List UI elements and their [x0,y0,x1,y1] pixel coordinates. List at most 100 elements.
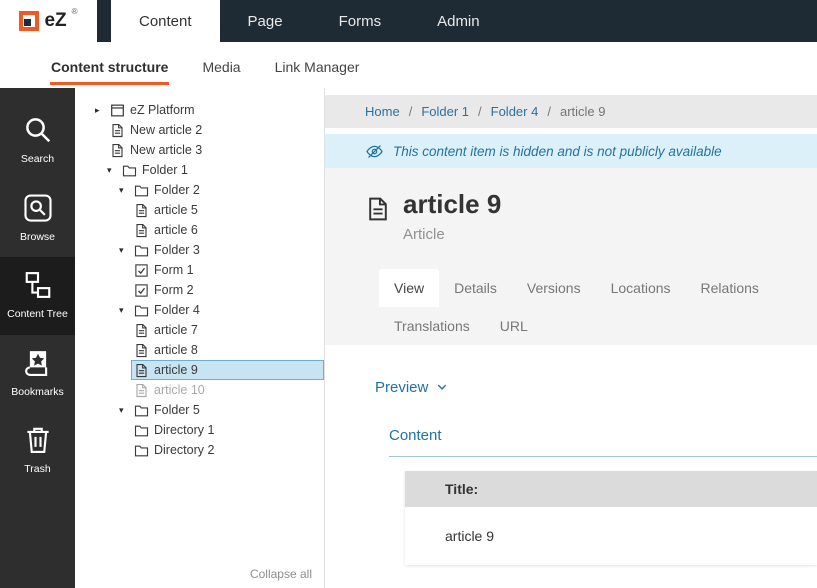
main-tab-content[interactable]: Content [111,0,220,42]
bookmarks-icon [23,348,53,378]
collapse-arrow-icon[interactable]: ▾ [107,165,119,176]
tree-item-directory-1[interactable]: Directory 1 [75,420,324,440]
tree-item-article-5[interactable]: article 5 [75,200,324,220]
tree-item-article-6[interactable]: article 6 [75,220,324,240]
search-icon [23,115,53,145]
collapse-arrow-icon[interactable]: ▾ [119,305,131,316]
tree-item-label: Form 1 [154,263,194,277]
main-content: HomeFolder 1Folder 4article 9 This conte… [325,88,817,588]
tree-item-folder-3[interactable]: ▾ Folder 3 [75,240,324,260]
field-label: Title: [405,471,817,507]
tree-row-inner: Directory 1 [131,420,324,440]
tree-item-label: Folder 2 [154,183,200,197]
breadcrumb-link[interactable]: article 9 [560,104,606,119]
app-root: eZ ® ContentPageFormsAdmin Content struc… [0,0,817,588]
tree-item-folder-1[interactable]: ▾ Folder 1 [75,160,324,180]
tree-item-folder-4[interactable]: ▾ Folder 4 [75,300,324,320]
tree-item-label: article 8 [154,343,198,357]
tree-row-inner: article 5 [131,200,324,220]
main-tab-forms[interactable]: Forms [311,0,410,42]
breadcrumb-link[interactable]: Folder 1 [421,104,469,119]
content-body: Preview Content Title: article 9 [325,345,817,588]
tree-item-article-8[interactable]: article 8 [75,340,324,360]
content-type-label: Article [403,226,501,243]
tree-item-folder-5[interactable]: ▾ Folder 5 [75,400,324,420]
breadcrumb-link[interactable]: Folder 4 [491,104,539,119]
breadcrumb-item-article-9: article 9 [538,104,605,119]
tree-item-label: Directory 2 [154,443,214,457]
sidebar-item-trash[interactable]: Trash [0,412,75,490]
article-icon [134,323,149,338]
sub-tab-media[interactable]: Media [201,45,241,85]
preview-toggle[interactable]: Preview [375,379,448,396]
tab-translations[interactable]: Translations [379,307,485,345]
tree-item-ez-platform[interactable]: ▸ eZ Platform [75,100,324,120]
tree-item-form-2[interactable]: Form 2 [75,280,324,300]
folder-icon [134,243,149,258]
folder-icon [134,303,149,318]
tree-row-inner: Form 1 [131,260,324,280]
main-nav: ContentPageFormsAdmin [111,0,508,42]
main-tab-page[interactable]: Page [220,0,311,42]
tab-versions[interactable]: Versions [512,269,596,307]
ez-logo-registered-mark: ® [72,7,78,16]
tree-row-inner: Directory 2 [131,440,324,460]
collapse-arrow-icon[interactable]: ▾ [119,245,131,256]
tab-details[interactable]: Details [439,269,512,307]
tree-item-form-1[interactable]: Form 1 [75,260,324,280]
tree-row-inner: New article 2 [107,120,324,140]
page-header: article 9 Article ViewDetailsVersionsLoc… [325,168,817,345]
content-tree-icon [23,270,53,300]
tree-item-label: Folder 4 [154,303,200,317]
tab-view[interactable]: View [379,269,439,307]
tree-item-label: New article 3 [130,143,202,157]
tree-item-folder-2[interactable]: ▾ Folder 2 [75,180,324,200]
tree-item-directory-2[interactable]: Directory 2 [75,440,324,460]
breadcrumb-link[interactable]: Home [365,104,400,119]
sub-tab-content-structure[interactable]: Content structure [50,45,169,85]
tree-item-new-article-3[interactable]: New article 3 [75,140,324,160]
sidebar-item-search[interactable]: Search [0,102,75,180]
expand-arrow-icon[interactable]: ▸ [95,105,107,116]
tree-item-new-article-2[interactable]: New article 2 [75,120,324,140]
collapse-arrow-icon[interactable]: ▾ [119,405,131,416]
chevron-down-icon [436,381,448,393]
breadcrumb-item-folder-1: Folder 1 [400,104,469,119]
tree-item-article-9[interactable]: article 9 [75,360,324,380]
tree-row-inner: Folder 1 [119,160,324,180]
sub-tab-link-manager[interactable]: Link Manager [274,45,361,85]
tree-item-label: article 9 [154,363,198,377]
tree-row-inner: article 7 [131,320,324,340]
tab-locations[interactable]: Locations [596,269,686,307]
tree-row-inner: eZ Platform [107,100,324,120]
tree-row-inner: article 9 [131,360,324,380]
tree-row-inner: New article 3 [107,140,324,160]
collapse-arrow-icon[interactable]: ▾ [119,185,131,196]
tree-row-inner: article 6 [131,220,324,240]
tree-row-inner: Folder 5 [131,400,324,420]
article-type-icon [365,193,391,225]
tree-item-label: New article 2 [130,123,202,137]
form-icon [134,283,149,298]
folder-icon [134,423,149,438]
breadcrumb: Home Folder 1 Folder 4 article 9 [325,95,817,128]
folder-icon [134,183,149,198]
ez-logo[interactable]: eZ ® [0,0,97,42]
tree-item-article-7[interactable]: article 7 [75,320,324,340]
tab-url[interactable]: URL [485,307,543,345]
collapse-all-button[interactable]: Collapse all [250,567,312,581]
main-tab-admin[interactable]: Admin [409,0,508,42]
tab-relations[interactable]: Relations [686,269,774,307]
sidebar-item-content-tree[interactable]: Content Tree [0,257,75,335]
tree-item-label: eZ Platform [130,103,195,117]
tree-item-label: Directory 1 [154,423,214,437]
tree-item-article-10[interactable]: article 10 [75,380,324,400]
form-icon [134,263,149,278]
sidebar-item-browse[interactable]: Browse [0,180,75,258]
article-icon [134,223,149,238]
content-tree: ▸ eZ Platform New article 2 [75,100,324,460]
tree-item-label: Folder 3 [154,243,200,257]
article-icon [110,143,125,158]
trash-icon [23,425,53,455]
sidebar-item-bookmarks[interactable]: Bookmarks [0,335,75,413]
